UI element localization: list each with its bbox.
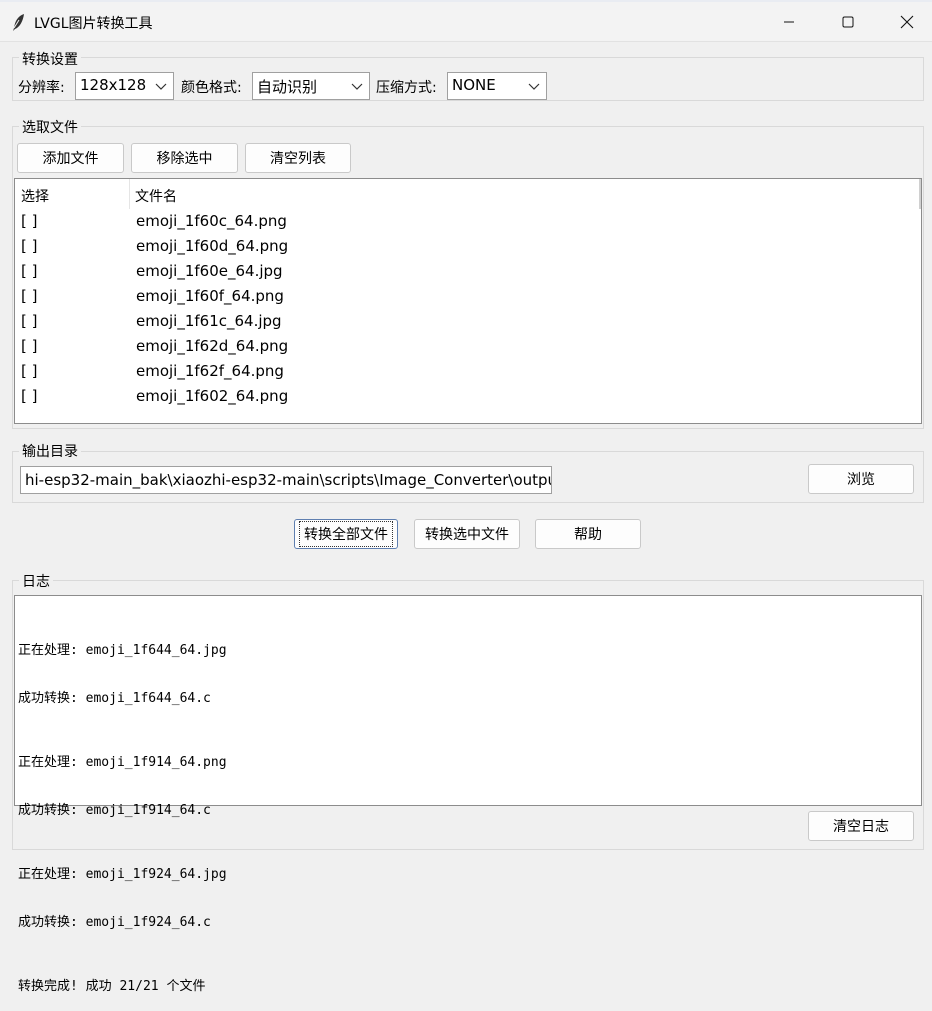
compression-value: NONE bbox=[452, 76, 496, 94]
column-header-filename[interactable]: 文件名 bbox=[135, 186, 177, 206]
color-format-value: 自动识别 bbox=[257, 78, 318, 96]
clear-log-button[interactable]: 清空日志 bbox=[808, 811, 914, 841]
file-list[interactable]: 选择 文件名 [ ] emoji_1f60c_64.png [ ] emoji_… bbox=[14, 178, 922, 424]
files-group-label: 选取文件 bbox=[19, 117, 81, 137]
browse-button[interactable]: 浏览 bbox=[808, 464, 914, 494]
list-item[interactable]: [ ] emoji_1f60f_64.png bbox=[15, 284, 921, 309]
log-line: 成功转换: emoji_1f924_64.c bbox=[18, 915, 211, 930]
file-list-header: 选择 文件名 bbox=[15, 179, 921, 209]
log-line: 正在处理: emoji_1f914_64.png bbox=[18, 755, 227, 770]
title-bar: LVGL图片转换工具 bbox=[0, 2, 932, 42]
log-textarea[interactable]: 正在处理: emoji_1f644_64.jpg 成功转换: emoji_1f6… bbox=[14, 595, 922, 994]
close-icon bbox=[900, 15, 914, 29]
remove-selected-button[interactable]: 移除选中 bbox=[131, 143, 238, 173]
add-files-button[interactable]: 添加文件 bbox=[17, 143, 124, 173]
color-format-label: 颜色格式: bbox=[181, 80, 242, 96]
maximize-icon bbox=[842, 16, 854, 28]
feather-icon bbox=[10, 12, 28, 32]
list-item[interactable]: [ ] emoji_1f60e_64.jpg bbox=[15, 259, 921, 284]
log-line: 成功转换: emoji_1f914_64.c bbox=[18, 803, 211, 818]
convert-selected-button[interactable]: 转换选中文件 bbox=[414, 519, 520, 549]
log-line: 正在处理: emoji_1f924_64.jpg bbox=[18, 867, 227, 882]
column-header-select[interactable]: 选择 bbox=[21, 186, 49, 206]
compression-select[interactable]: NONE bbox=[447, 72, 547, 100]
help-button[interactable]: 帮助 bbox=[535, 519, 641, 549]
output-group-label: 输出目录 bbox=[19, 441, 81, 461]
log-line: 成功转换: emoji_1f644_64.c bbox=[18, 691, 211, 706]
list-item[interactable]: [ ] emoji_1f62d_64.png bbox=[15, 334, 921, 359]
convert-all-button[interactable]: 转换全部文件 bbox=[294, 519, 398, 549]
column-separator bbox=[129, 179, 130, 209]
minimize-button[interactable] bbox=[760, 2, 818, 42]
settings-group-label: 转换设置 bbox=[19, 49, 81, 69]
output-path-input[interactable]: hi-esp32-main_bak\xiaozhi-esp32-main\scr… bbox=[20, 466, 552, 494]
window-title: LVGL图片转换工具 bbox=[34, 16, 153, 32]
list-item[interactable]: [ ] emoji_1f60c_64.png bbox=[15, 209, 921, 234]
clear-list-button[interactable]: 清空列表 bbox=[245, 143, 351, 173]
compression-label: 压缩方式: bbox=[376, 80, 437, 96]
resolution-value: 128x128 bbox=[80, 76, 147, 94]
log-group-label: 日志 bbox=[19, 571, 53, 591]
resolution-select[interactable]: 128x128 bbox=[75, 72, 174, 100]
resolution-label: 分辨率: bbox=[18, 80, 65, 96]
maximize-button[interactable] bbox=[819, 2, 877, 42]
list-item[interactable]: [ ] emoji_1f61c_64.jpg bbox=[15, 309, 921, 334]
header-edge bbox=[919, 179, 921, 209]
chevron-down-icon bbox=[351, 83, 363, 90]
list-item[interactable]: [ ] emoji_1f62f_64.png bbox=[15, 359, 921, 384]
minimize-icon bbox=[784, 21, 794, 23]
list-item[interactable]: [ ] emoji_1f60d_64.png bbox=[15, 234, 921, 259]
color-format-select[interactable]: 自动识别 bbox=[252, 72, 370, 100]
chevron-down-icon bbox=[155, 83, 167, 90]
chevron-down-icon bbox=[528, 83, 540, 90]
close-button[interactable] bbox=[878, 2, 932, 42]
list-item[interactable]: [ ] emoji_1f602_64.png bbox=[15, 384, 921, 409]
log-line: 正在处理: emoji_1f644_64.jpg bbox=[18, 643, 227, 658]
log-line: 转换完成! 成功 21/21 个文件 bbox=[18, 979, 206, 994]
